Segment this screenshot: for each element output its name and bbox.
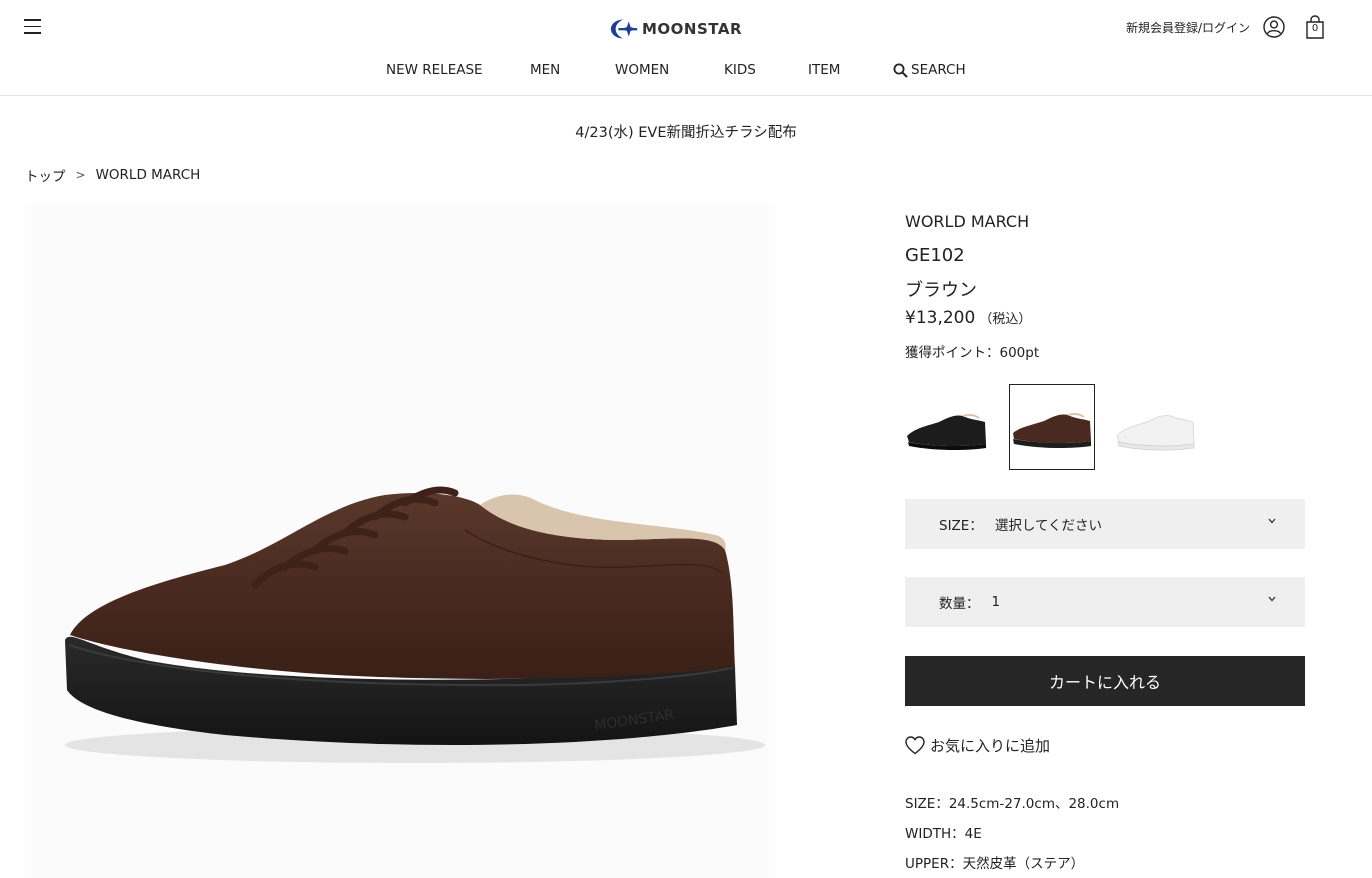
product-price: ¥13,200 （税込） <box>905 308 1031 328</box>
search-label: SEARCH <box>911 62 966 78</box>
breadcrumb-home-link[interactable]: トップ <box>25 165 66 185</box>
quantity-select-label: 数量： <box>939 596 980 612</box>
favorite-label: お気に入りに追加 <box>930 737 1051 755</box>
spec-width: WIDTH：4E <box>905 826 982 842</box>
cart-count-badge: 0 <box>1311 23 1319 34</box>
white-shoe-thumbnail <box>1116 415 1195 451</box>
shopping-bag-icon[interactable]: 0 <box>1304 15 1326 39</box>
reward-points: 獲得ポイント：600pt <box>905 345 1040 361</box>
register-login-link[interactable]: 新規会員登録/ログイン <box>1126 19 1250 36</box>
nav-item-men[interactable]: MEN <box>530 62 560 78</box>
swatch-brown[interactable] <box>1009 384 1095 470</box>
quantity-select[interactable]: 数量： 1 <box>905 577 1305 627</box>
black-shoe-thumbnail <box>907 413 986 451</box>
chevron-down-icon <box>1268 596 1276 602</box>
main-navigation: NEW RELEASE MEN WOMEN KIDS ITEM SEARCH <box>0 62 1372 82</box>
swatch-black[interactable] <box>905 384 991 470</box>
breadcrumb-current: WORLD MARCH <box>95 167 201 183</box>
logo-text: MOONSTAR <box>641 20 742 38</box>
brown-shoe-thumbnail <box>1013 412 1091 449</box>
add-to-cart-button[interactable]: カートに入れる <box>905 656 1305 706</box>
breadcrumb: トップ > WORLD MARCH <box>25 165 200 185</box>
size-select[interactable]: SIZE： 選択してください <box>905 499 1305 549</box>
product-brand: WORLD MARCH <box>905 212 1030 231</box>
site-header: MOONSTAR 新規会員登録/ログイン 0 NEW RELEASE MEN W… <box>0 0 1372 96</box>
chevron-down-icon <box>1268 518 1276 524</box>
nav-item-new-release[interactable]: NEW RELEASE <box>386 62 483 78</box>
brown-sneaker-image: MOONSTAR <box>65 486 765 763</box>
moonstar-logo[interactable]: MOONSTAR <box>610 16 742 42</box>
product-color-name: ブラウン <box>905 280 977 301</box>
swatch-white[interactable] <box>1113 384 1199 470</box>
size-select-value: 選択してください <box>994 518 1103 534</box>
quantity-select-value: 1 <box>991 594 1001 610</box>
product-code: GE102 <box>905 245 965 266</box>
search-icon <box>893 63 908 78</box>
product-main-image[interactable]: MOONSTAR <box>25 205 775 878</box>
moonstar-logo-mark <box>610 19 638 39</box>
hamburger-menu-icon[interactable] <box>24 19 42 37</box>
breadcrumb-separator: > <box>75 168 86 182</box>
nav-item-kids[interactable]: KIDS <box>724 62 756 78</box>
user-icon[interactable] <box>1263 16 1285 38</box>
heart-icon <box>905 736 925 755</box>
spec-upper: UPPER：天然皮革（ステア） <box>905 856 1085 872</box>
price-value: ¥13,200 <box>905 308 976 328</box>
announcement-banner[interactable]: 4/23(水) EVE新聞折込チラシ配布 <box>0 121 1372 142</box>
spec-size: SIZE：24.5cm-27.0cm、28.0cm <box>905 796 1120 812</box>
price-tax-label: （税込） <box>979 312 1032 327</box>
size-select-label: SIZE： <box>939 518 983 534</box>
nav-search-button[interactable]: SEARCH <box>893 62 966 78</box>
nav-item-women[interactable]: WOMEN <box>615 62 669 78</box>
add-to-favorites-button[interactable]: お気に入りに追加 <box>905 735 1050 756</box>
nav-item-item[interactable]: ITEM <box>808 62 840 78</box>
